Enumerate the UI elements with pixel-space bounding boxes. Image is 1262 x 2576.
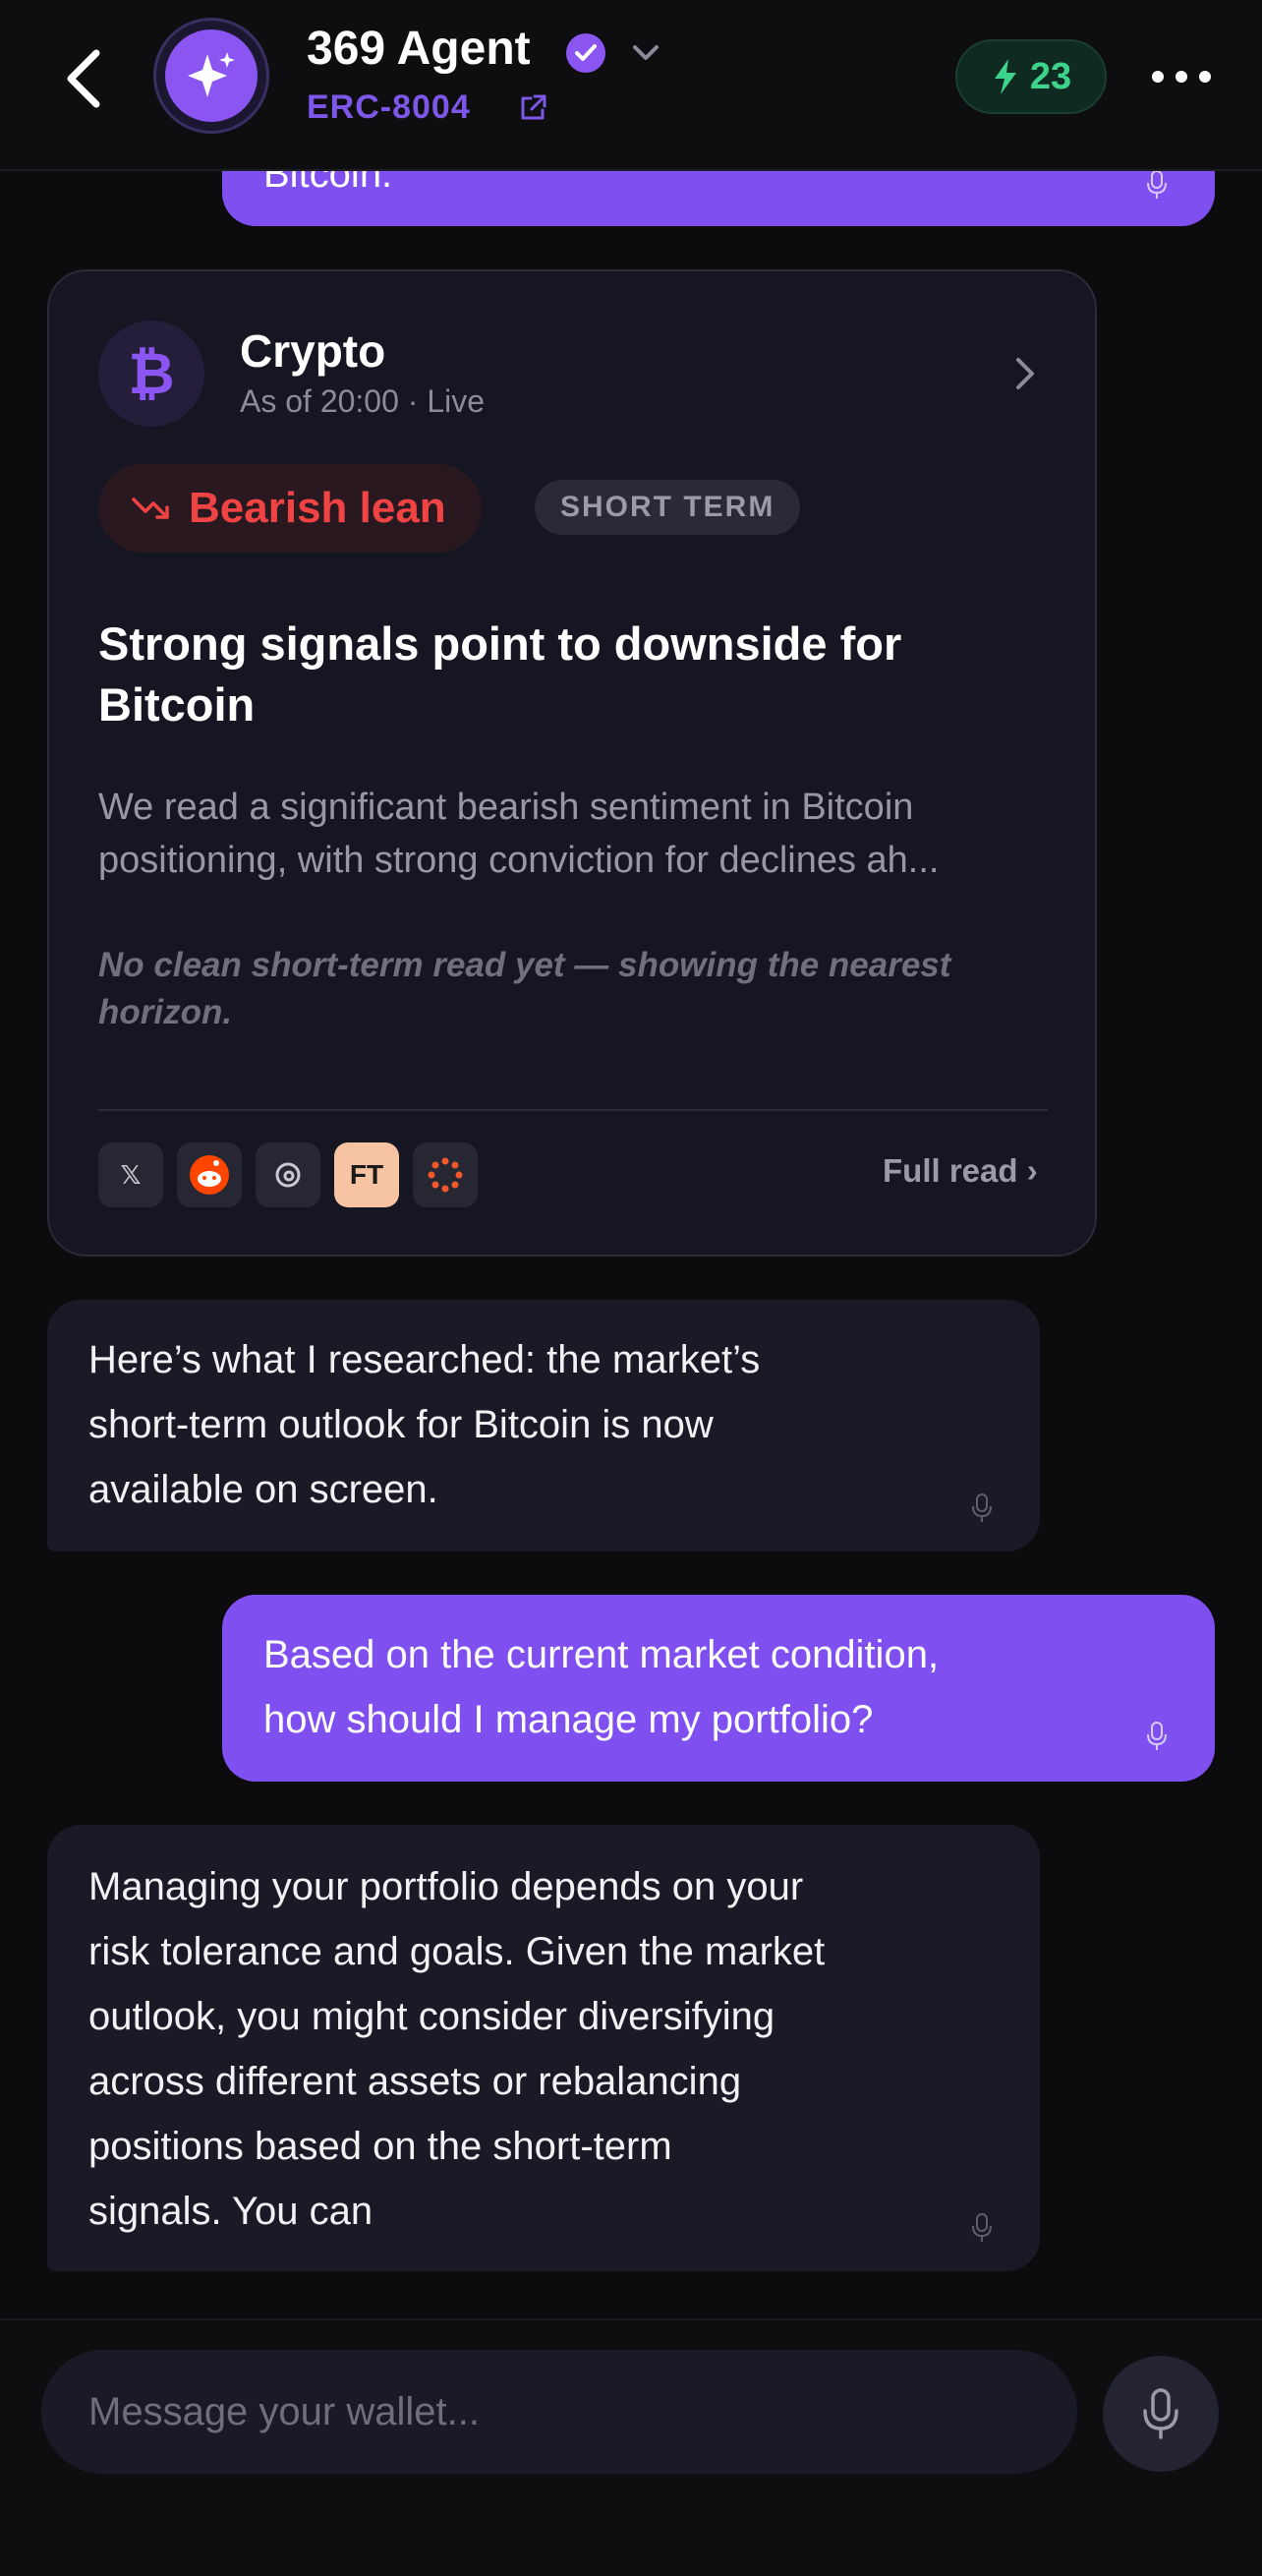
card-timestamp: As of 20:00 · Live bbox=[240, 383, 486, 419]
energy-credits-pill[interactable]: 23 bbox=[955, 39, 1107, 114]
chevron-left-icon bbox=[67, 49, 100, 108]
full-read-link[interactable]: Full read › bbox=[883, 1152, 1038, 1190]
card-headline: Strong signals point to downside for Bit… bbox=[98, 617, 902, 731]
user-message: Based on the current market condition, h… bbox=[222, 1595, 1215, 1782]
trend-down-icon bbox=[132, 498, 169, 519]
agent-message: Managing your portfolio depends on your … bbox=[47, 1825, 1040, 2271]
microphone-icon bbox=[1143, 2388, 1178, 2439]
sentiment-label: Bearish lean bbox=[189, 484, 446, 532]
agent-standard-link[interactable]: ERC-8004 bbox=[307, 88, 471, 127]
lightning-bolt-icon bbox=[994, 59, 1016, 94]
term-badge: SHORT TERM bbox=[535, 480, 801, 535]
card-title: Crypto bbox=[240, 325, 386, 377]
card-summary: We read a significant bearish sentiment … bbox=[98, 787, 940, 881]
source-list: 𝕏 FT bbox=[98, 1142, 478, 1207]
ft-source-icon[interactable]: FT bbox=[334, 1142, 399, 1207]
message-text: Based on the current market condition, h… bbox=[263, 1633, 940, 1741]
agent-avatar[interactable] bbox=[153, 18, 269, 134]
more-options-icon[interactable] bbox=[1150, 61, 1213, 92]
chevron-right-icon[interactable] bbox=[1010, 354, 1038, 393]
voice-input-button[interactable] bbox=[1103, 2356, 1219, 2472]
divider bbox=[98, 1109, 1048, 1111]
agent-message: Here’s what I researched: the market’s s… bbox=[47, 1300, 1040, 1551]
message-text: Here’s what I researched: the market’s s… bbox=[88, 1338, 761, 1511]
energy-count: 23 bbox=[1029, 55, 1072, 97]
external-link-icon[interactable] bbox=[517, 92, 548, 124]
chat-header: 369 Agent ERC-8004 23 bbox=[0, 0, 1262, 171]
chevron-down-icon[interactable] bbox=[629, 39, 662, 67]
sparkle-icon bbox=[188, 52, 235, 97]
dots-source-icon[interactable] bbox=[413, 1142, 478, 1207]
card-note: No clean short-term read yet — showing t… bbox=[98, 946, 951, 1031]
composer-bar bbox=[0, 2318, 1262, 2576]
bitcoin-icon: ₿ bbox=[98, 321, 204, 427]
crypto-outlook-card[interactable]: ₿ Crypto As of 20:00 · Live Bearish lean… bbox=[47, 269, 1097, 1257]
x-source-icon[interactable]: 𝕏 bbox=[98, 1142, 163, 1207]
voice-playback-icon[interactable] bbox=[971, 1493, 993, 1524]
voice-playback-icon[interactable] bbox=[1146, 169, 1168, 201]
voice-playback-icon[interactable] bbox=[971, 2212, 993, 2244]
back-button[interactable] bbox=[57, 43, 116, 114]
sentiment-badge: Bearish lean bbox=[98, 464, 482, 553]
message-input[interactable] bbox=[41, 2350, 1077, 2474]
reddit-source-icon[interactable] bbox=[177, 1142, 242, 1207]
agent-name[interactable]: 369 Agent bbox=[307, 22, 531, 76]
voice-playback-icon[interactable] bbox=[1146, 1721, 1168, 1752]
verified-badge-icon bbox=[566, 33, 605, 73]
threads-source-icon[interactable] bbox=[256, 1142, 320, 1207]
message-text: Managing your portfolio depends on your … bbox=[88, 1865, 826, 2233]
